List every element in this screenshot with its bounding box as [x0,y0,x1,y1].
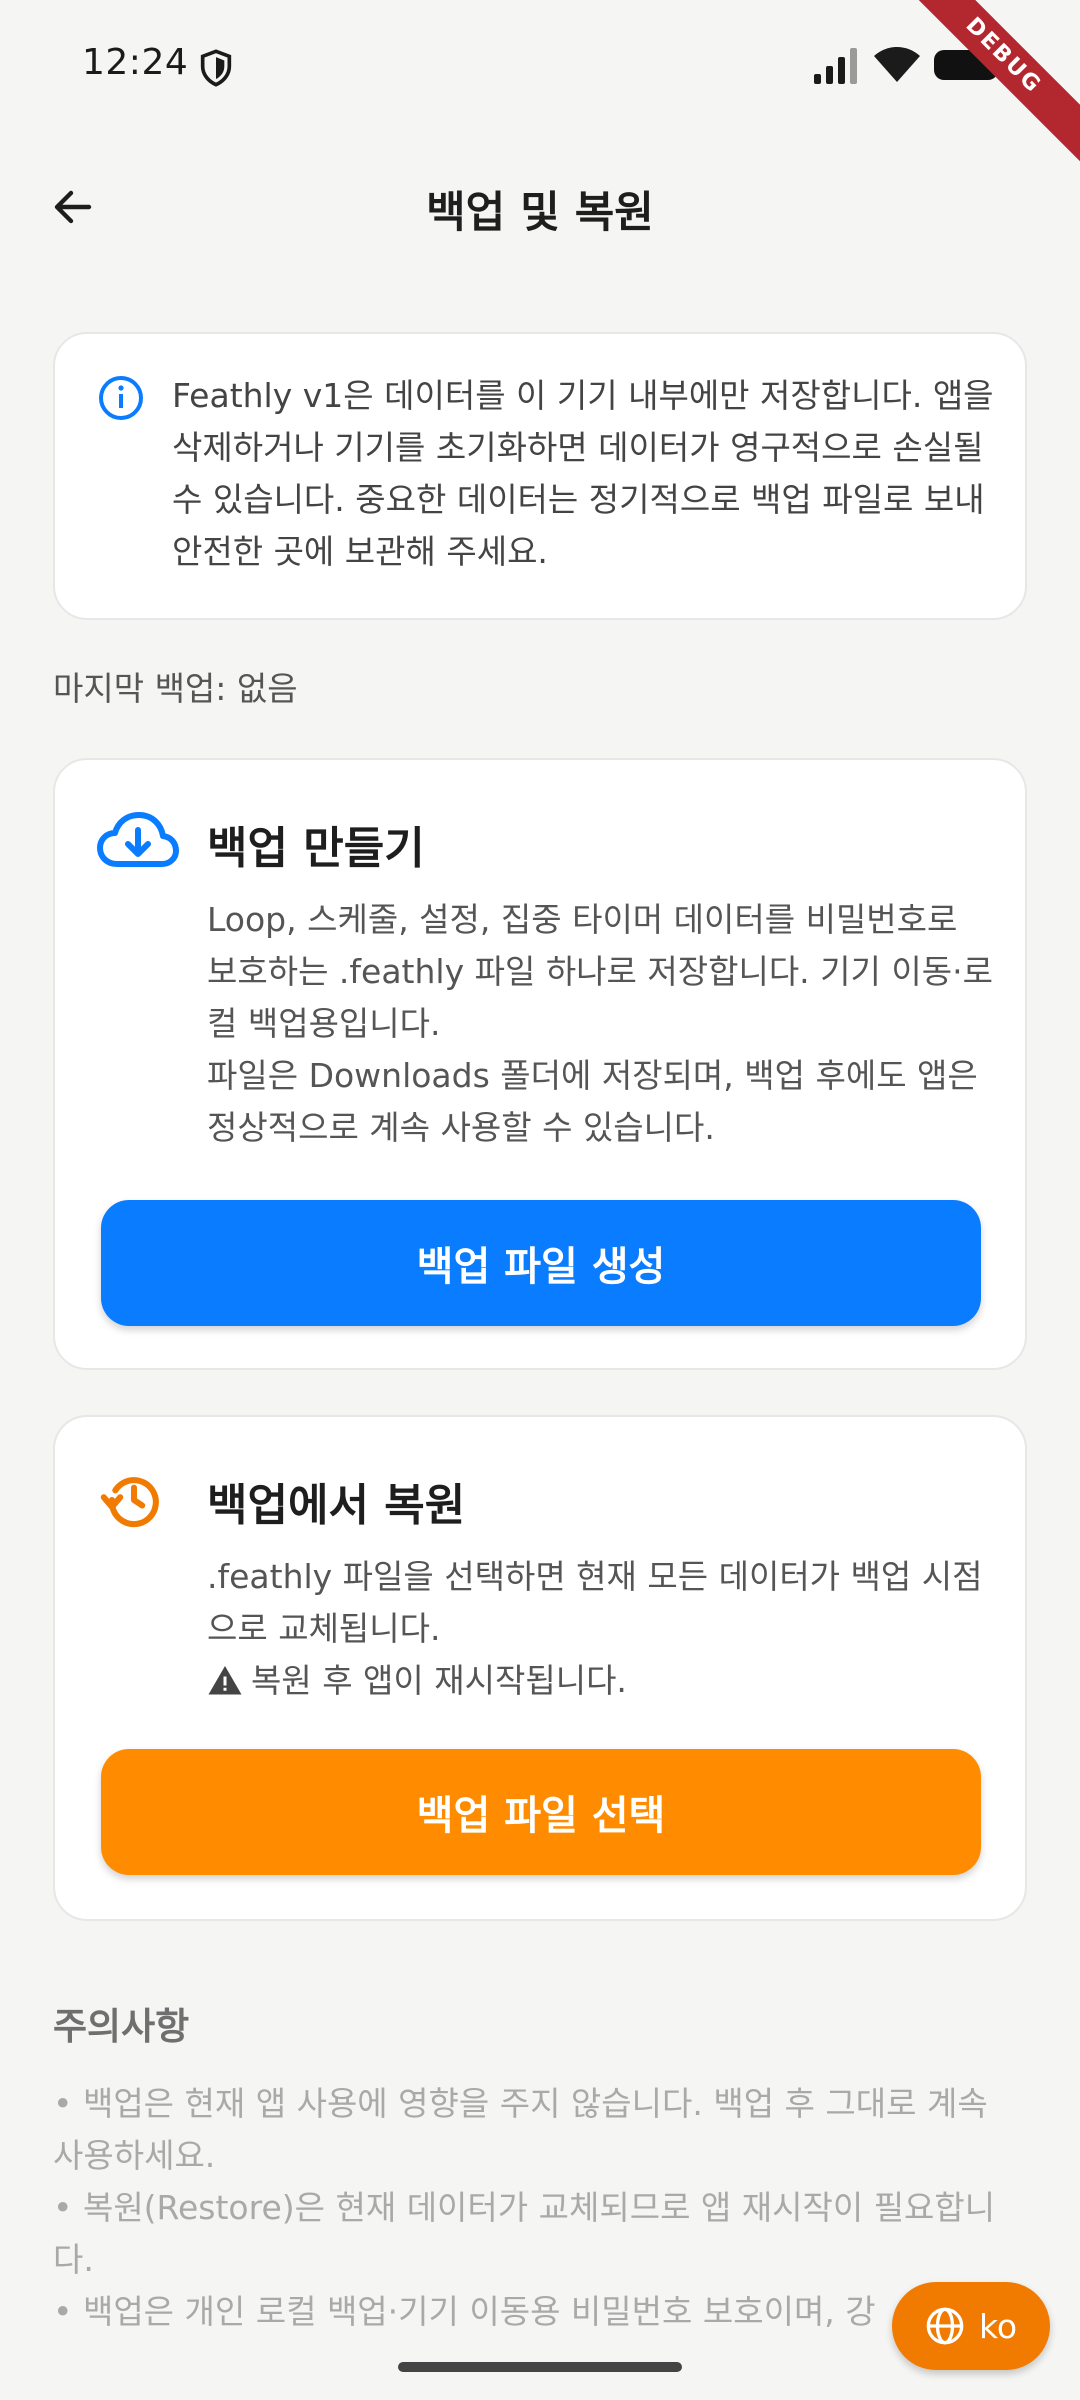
notes-list: • 백업은 현재 앱 사용에 영향을 주지 않습니다. 백업 후 그대로 계속 … [53,2078,1013,2338]
select-backup-file-button[interactable]: 백업 파일 선택 [101,1749,981,1875]
page-title: 백업 및 복원 [426,188,654,238]
backup-description-line1: Loop, 스케줄, 설정, 집중 타이머 데이터를 비밀번호로 보호하는 .f… [207,900,993,1043]
signal-icon [814,48,857,84]
info-icon [99,376,143,420]
warning-icon [208,1666,242,1695]
notes-title: 주의사항 [53,2005,190,2048]
status-time: 12:24 [82,42,189,83]
globe-icon [926,2307,964,2345]
history-icon [100,1477,159,1528]
home-indicator[interactable] [398,2362,682,2372]
language-button[interactable]: ko [892,2282,1050,2370]
list-item: • 백업은 현재 앱 사용에 영향을 주지 않습니다. 백업 후 그대로 계속 … [53,2084,988,2175]
backup-card-title: 백업 만들기 [207,823,425,874]
language-label: ko [978,2306,1018,2346]
list-item: • 백업은 개인 로컬 백업·기기 이동용 비밀번호 보호이며, 강 [53,2292,876,2331]
create-backup-button[interactable]: 백업 파일 생성 [101,1200,981,1326]
info-card: Feathly v1은 데이터를 이 기기 내부에만 저장합니다. 앱을 삭제하… [53,332,1027,620]
backup-card: 백업 만들기 Loop, 스케줄, 설정, 집중 타이머 데이터를 비밀번호로 … [53,758,1027,1370]
restore-warning: 복원 후 앱이 재시작됩니다. [207,1655,997,1707]
backup-card-description: Loop, 스케줄, 설정, 집중 타이머 데이터를 비밀번호로 보호하는 .f… [207,894,997,1154]
restore-card: 백업에서 복원 .feathly 파일을 선택하면 현재 모든 데이터가 백업 … [53,1415,1027,1921]
cloud-download-icon [97,812,179,867]
wifi-icon [874,47,920,82]
list-item: • 복원(Restore)은 현재 데이터가 교체되므로 앱 재시작이 필요합니… [53,2188,996,2279]
info-text: Feathly v1은 데이터를 이 기기 내부에만 저장합니다. 앱을 삭제하… [172,376,994,571]
last-backup-text: 마지막 백업: 없음 [53,669,298,708]
shield-icon [200,49,232,87]
restore-description-line1: .feathly 파일을 선택하면 현재 모든 데이터가 백업 시점으로 교체됩… [207,1557,983,1648]
restore-card-title: 백업에서 복원 [207,1480,466,1531]
restore-card-description: .feathly 파일을 선택하면 현재 모든 데이터가 백업 시점으로 교체됩… [207,1551,997,1707]
status-bar: 12:24 [0,0,1080,130]
restore-warning-text: 복원 후 앱이 재시작됩니다. [251,1661,627,1700]
app-bar: 백업 및 복원 [0,150,1080,260]
backup-description-line2: 파일은 Downloads 폴더에 저장되며, 백업 후에도 앱은 정상적으로 … [207,1056,978,1147]
